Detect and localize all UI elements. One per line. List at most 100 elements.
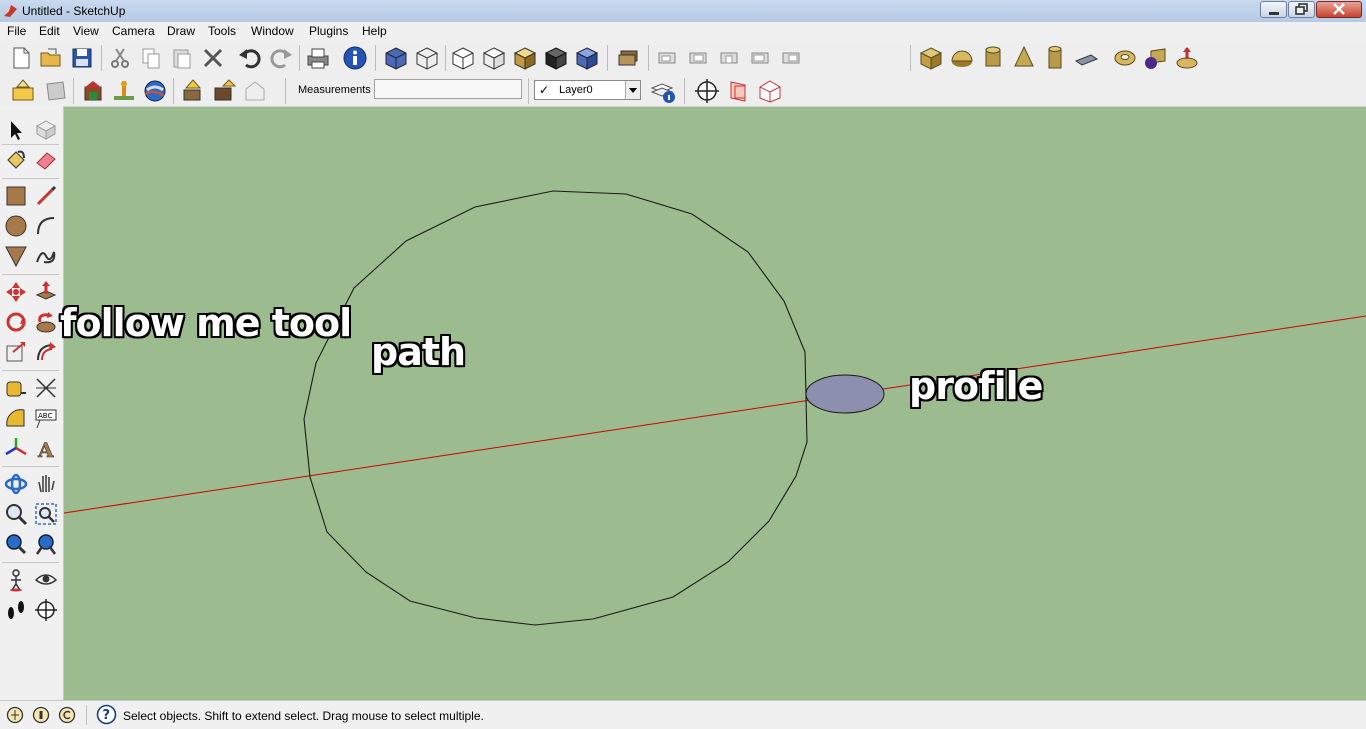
offset-tool[interactable] [34,340,58,364]
menu-view[interactable]: View [73,24,99,38]
erase-button[interactable] [200,45,226,71]
monochrome-button[interactable] [543,45,569,71]
layer-manager-button[interactable] [650,78,676,104]
rectangle-tool[interactable] [4,184,28,208]
help-question-icon[interactable]: ? [96,704,117,725]
pan-tool[interactable] [34,472,58,496]
credits-status-icon[interactable] [32,706,50,724]
drawing-viewport[interactable] [64,107,1366,700]
text-tool[interactable]: ABC [34,406,58,430]
menu-edit[interactable]: Edit [39,24,60,38]
axes-tool[interactable] [4,436,28,460]
arc-tool[interactable] [34,214,58,238]
geo-status-icon[interactable] [6,706,24,724]
shape-tool-button[interactable] [1143,45,1169,71]
zoom-extents-tool[interactable] [34,532,58,556]
cut-button[interactable] [107,45,133,71]
menu-file[interactable]: File [7,24,26,38]
plane-button[interactable] [1073,45,1099,71]
move-tool[interactable] [4,280,28,304]
section-plane-tool[interactable] [34,598,58,622]
back-view-button[interactable] [778,45,804,71]
section-cut-button[interactable] [757,78,783,104]
restore-button[interactable] [1288,1,1315,18]
dimension-tool[interactable] [34,376,58,400]
protractor-tool[interactable] [4,406,28,430]
scale-tool[interactable] [4,340,28,364]
dimension-button[interactable] [10,78,36,104]
measurements-input[interactable] [374,79,522,99]
layer-dropdown[interactable]: ✓ Layer0 [534,80,641,100]
freehand-tool[interactable] [34,244,58,268]
rectangle-icon [6,186,26,206]
wireframe-button[interactable] [414,45,440,71]
push-shape-button[interactable] [1174,45,1200,71]
front-view-button[interactable] [716,45,742,71]
cone-button[interactable] [1011,45,1037,71]
undo-button[interactable] [237,45,263,71]
iso-view-button[interactable] [654,45,680,71]
line-tool[interactable] [34,184,58,208]
get-models-button[interactable] [80,78,106,104]
back-edges-button[interactable] [574,45,600,71]
menu-camera[interactable]: Camera [112,24,155,38]
polygon-tool[interactable] [4,244,28,268]
upload-model-button[interactable] [180,78,206,104]
circle-tool[interactable] [4,214,28,238]
preview-button[interactable] [242,78,268,104]
print-button[interactable] [305,45,331,71]
open-button[interactable] [38,45,64,71]
position-camera-button[interactable] [694,78,720,104]
menu-help[interactable]: Help [362,24,387,38]
eraser-tool[interactable] [34,148,58,172]
orbit-tool[interactable] [4,472,28,496]
walk-tool[interactable] [4,598,28,622]
section-button[interactable] [43,78,69,104]
copyright-status-icon[interactable] [58,706,76,724]
share-component-button[interactable] [211,78,237,104]
select-tool[interactable] [4,118,28,142]
copy-button[interactable] [138,45,164,71]
rotate-tool[interactable] [4,310,28,334]
zoom-tool[interactable] [4,502,28,526]
menu-draw[interactable]: Draw [167,24,195,38]
geo-location-button[interactable] [111,78,137,104]
menu-window[interactable]: Window [251,24,294,38]
previous-view-tool[interactable] [4,532,28,556]
push-pull-tool[interactable] [34,280,58,304]
section-cut-icon [759,80,781,103]
close-button[interactable] [1316,1,1362,18]
section-plane-button[interactable] [726,78,752,104]
look-around-tool[interactable] [34,568,58,592]
right-view-button[interactable] [747,45,773,71]
paint-bucket-tool[interactable] [4,148,28,172]
zoom-window-tool[interactable] [34,502,58,526]
components-button[interactable] [616,45,642,71]
menu-tools[interactable]: Tools [208,24,236,38]
tube-button[interactable] [1042,45,1068,71]
model-info-button[interactable] [342,45,368,71]
hidden-line-button[interactable] [450,45,476,71]
torus-button[interactable] [1112,45,1138,71]
box-button[interactable] [918,45,944,71]
3d-text-tool[interactable]: A [34,436,58,460]
new-file-button[interactable] [8,45,34,71]
save-button[interactable] [69,45,95,71]
tape-measure-tool[interactable] [4,376,28,400]
shaded-texture-button[interactable] [512,45,538,71]
top-view-button[interactable] [685,45,711,71]
cylinder-icon [985,46,1001,67]
redo-button[interactable] [268,45,294,71]
shaded-button[interactable] [481,45,507,71]
menu-plugins[interactable]: Plugins [309,24,348,38]
make-component-tool[interactable] [34,118,58,142]
cylinder-button[interactable] [980,45,1006,71]
minimize-button[interactable] [1260,1,1287,18]
position-camera-tool[interactable] [4,568,28,592]
follow-me-tool[interactable] [34,310,58,334]
google-earth-button[interactable] [142,78,168,104]
xray-button[interactable] [383,45,409,71]
dome-button[interactable] [949,45,975,71]
hand-icon [38,475,55,493]
paste-button[interactable] [169,45,195,71]
